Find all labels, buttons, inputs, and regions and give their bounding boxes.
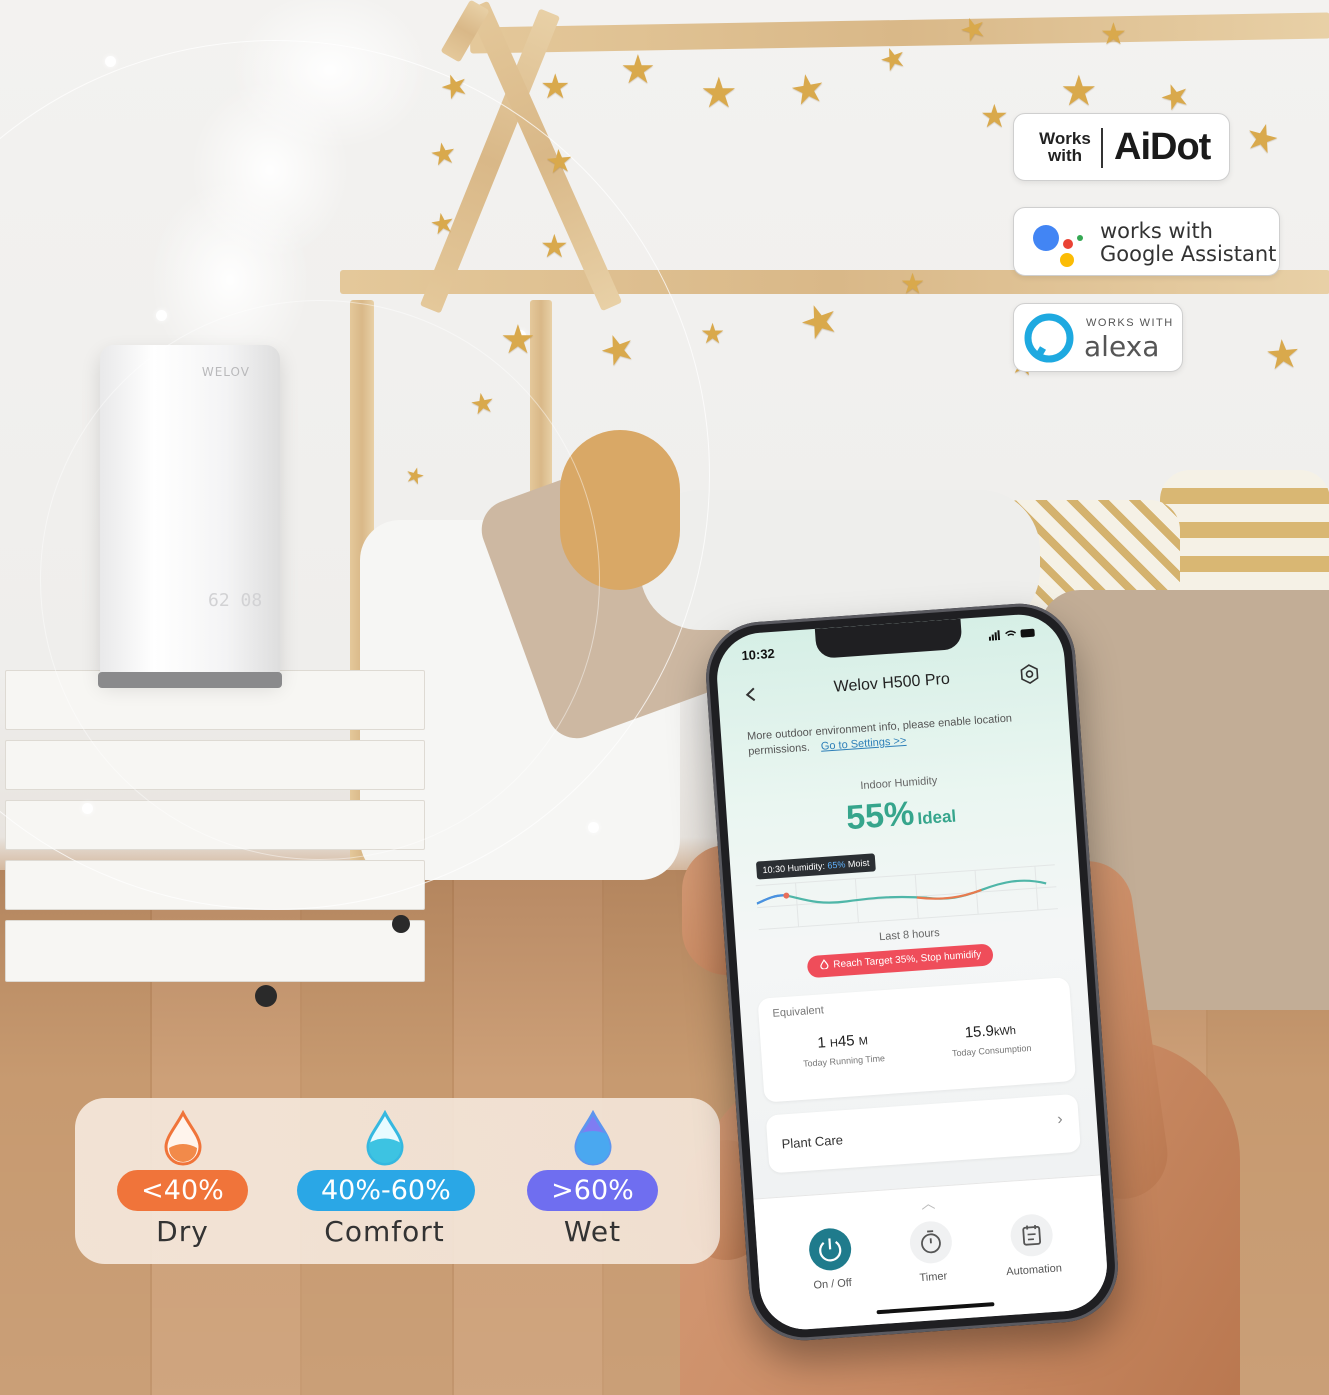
chart-marker xyxy=(783,892,790,899)
automation-label: Automation xyxy=(1005,1262,1063,1279)
consumption-unit: kWh xyxy=(993,1024,1017,1039)
drop-outline-icon xyxy=(820,959,829,970)
legend-dry-label: Dry xyxy=(156,1215,209,1248)
star-icon: ★ xyxy=(700,69,738,116)
legend-wet-range: >60% xyxy=(527,1170,658,1211)
legend-wet-label: Wet xyxy=(563,1215,622,1248)
target-status-pill: Reach Target 35%, Stop humidify xyxy=(806,943,994,979)
humidity-legend: <40% Dry 40%-60% Comfort >60% Wet xyxy=(75,1098,720,1264)
legend-wet: >60% Wet xyxy=(525,1110,660,1248)
star-icon: ★ xyxy=(467,386,498,421)
run-minutes-unit: M xyxy=(858,1035,869,1048)
star-icon: ★ xyxy=(1240,114,1284,164)
tooltip-value: 65% xyxy=(827,859,846,871)
legend-comfort-range: 40%-60% xyxy=(297,1170,475,1211)
humidity-value: 55% xyxy=(844,794,916,838)
running-time-stat: 1 H45 M Today Running Time xyxy=(782,1029,904,1070)
smartphone: 10:32 Welov H500 Pro More outdoor enviro… xyxy=(702,599,1122,1345)
timer-label: Timer xyxy=(919,1270,948,1285)
aidot-badge: Works with AiDot xyxy=(1013,113,1230,181)
plant-care-row[interactable]: Plant Care › xyxy=(765,1093,1081,1174)
go-to-settings-link[interactable]: Go to Settings >> xyxy=(820,735,906,753)
timer-icon xyxy=(908,1219,954,1265)
star-icon: ★ xyxy=(900,268,926,299)
location-info: More outdoor environment info, please en… xyxy=(747,709,1048,760)
star-icon: ★ xyxy=(427,206,458,241)
star-icon: ★ xyxy=(543,141,576,181)
tooltip-time: 10:30 xyxy=(762,863,786,876)
legend-dry: <40% Dry xyxy=(115,1110,250,1248)
running-time-caption: Today Running Time xyxy=(802,1053,886,1069)
legend-dry-range: <40% xyxy=(117,1170,248,1211)
humidity-status: Ideal xyxy=(916,806,957,829)
chevron-right-icon: › xyxy=(1056,1110,1064,1129)
star-icon: ★ xyxy=(792,291,847,352)
run-hours: 1 xyxy=(816,1034,827,1052)
google-works-with: works with xyxy=(1100,219,1213,243)
star-icon: ★ xyxy=(874,39,912,80)
aidot-logo: AiDot xyxy=(1114,126,1211,168)
water-drop-icon xyxy=(573,1110,612,1166)
consumption-value: 15.9 xyxy=(964,1022,995,1042)
power-label: On / Off xyxy=(813,1276,853,1292)
water-drop-icon xyxy=(163,1110,202,1166)
alexa-works-with: WORKS WITH xyxy=(1086,317,1174,329)
google-assistant-icon xyxy=(1033,225,1083,267)
consumption-stat: 15.9kWh Today Consumption xyxy=(930,1019,1052,1060)
gear-icon xyxy=(1020,664,1039,684)
star-icon: ★ xyxy=(540,68,571,106)
alexa-logo: alexa xyxy=(1084,330,1160,363)
alexa-badge: WORKS WITH alexa xyxy=(1013,303,1183,372)
aidot-works-with: Works with xyxy=(1039,129,1091,165)
alexa-icon xyxy=(1024,313,1074,363)
star-icon: ★ xyxy=(427,135,460,174)
run-minutes: 45 xyxy=(837,1032,856,1051)
automation-control[interactable]: Automation xyxy=(985,1211,1079,1279)
power-control[interactable]: On / Off xyxy=(784,1225,878,1293)
location-info-text: More outdoor environment info, please en… xyxy=(746,712,1013,758)
status-icons xyxy=(988,627,1037,643)
star-icon: ★ xyxy=(500,318,536,362)
automation-icon xyxy=(1009,1212,1055,1258)
star-icon: ★ xyxy=(620,48,656,92)
star-icon: ★ xyxy=(700,318,726,349)
star-icon: ★ xyxy=(786,65,830,115)
google-assistant-badge: works with Google Assistant xyxy=(1013,207,1280,276)
star-icon: ★ xyxy=(540,228,569,264)
star-icon: ★ xyxy=(1263,331,1303,379)
power-icon xyxy=(807,1226,853,1272)
signal-wifi-battery-icon xyxy=(988,628,1035,641)
equivalent-card: Equivalent 1 H45 M Today Running Time 15… xyxy=(757,977,1076,1103)
tooltip-state: Moist xyxy=(847,857,870,870)
star-icon: ★ xyxy=(1154,73,1197,121)
legend-comfort: 40%-60% Comfort xyxy=(297,1110,475,1248)
tooltip-label: Humidity: xyxy=(787,860,826,874)
google-assistant-label: Google Assistant xyxy=(1100,242,1277,266)
star-icon: ★ xyxy=(1060,67,1098,114)
settings-button[interactable] xyxy=(1019,663,1041,689)
timer-control[interactable]: Timer xyxy=(885,1218,979,1286)
app-screen: 10:32 Welov H500 Pro More outdoor enviro… xyxy=(714,611,1110,1333)
consumption-caption: Today Consumption xyxy=(951,1042,1032,1059)
status-time: 10:32 xyxy=(740,645,776,664)
target-status-text: Reach Target 35%, Stop humidify xyxy=(832,949,982,971)
equivalent-title: Equivalent xyxy=(772,1004,825,1020)
device-title: Welov H500 Pro xyxy=(833,670,951,696)
legend-comfort-label: Comfort xyxy=(324,1215,445,1248)
plant-care-label: Plant Care xyxy=(781,1132,844,1152)
star-icon: ★ xyxy=(980,98,1009,134)
water-drop-icon xyxy=(365,1110,404,1166)
star-icon: ★ xyxy=(1100,18,1127,51)
